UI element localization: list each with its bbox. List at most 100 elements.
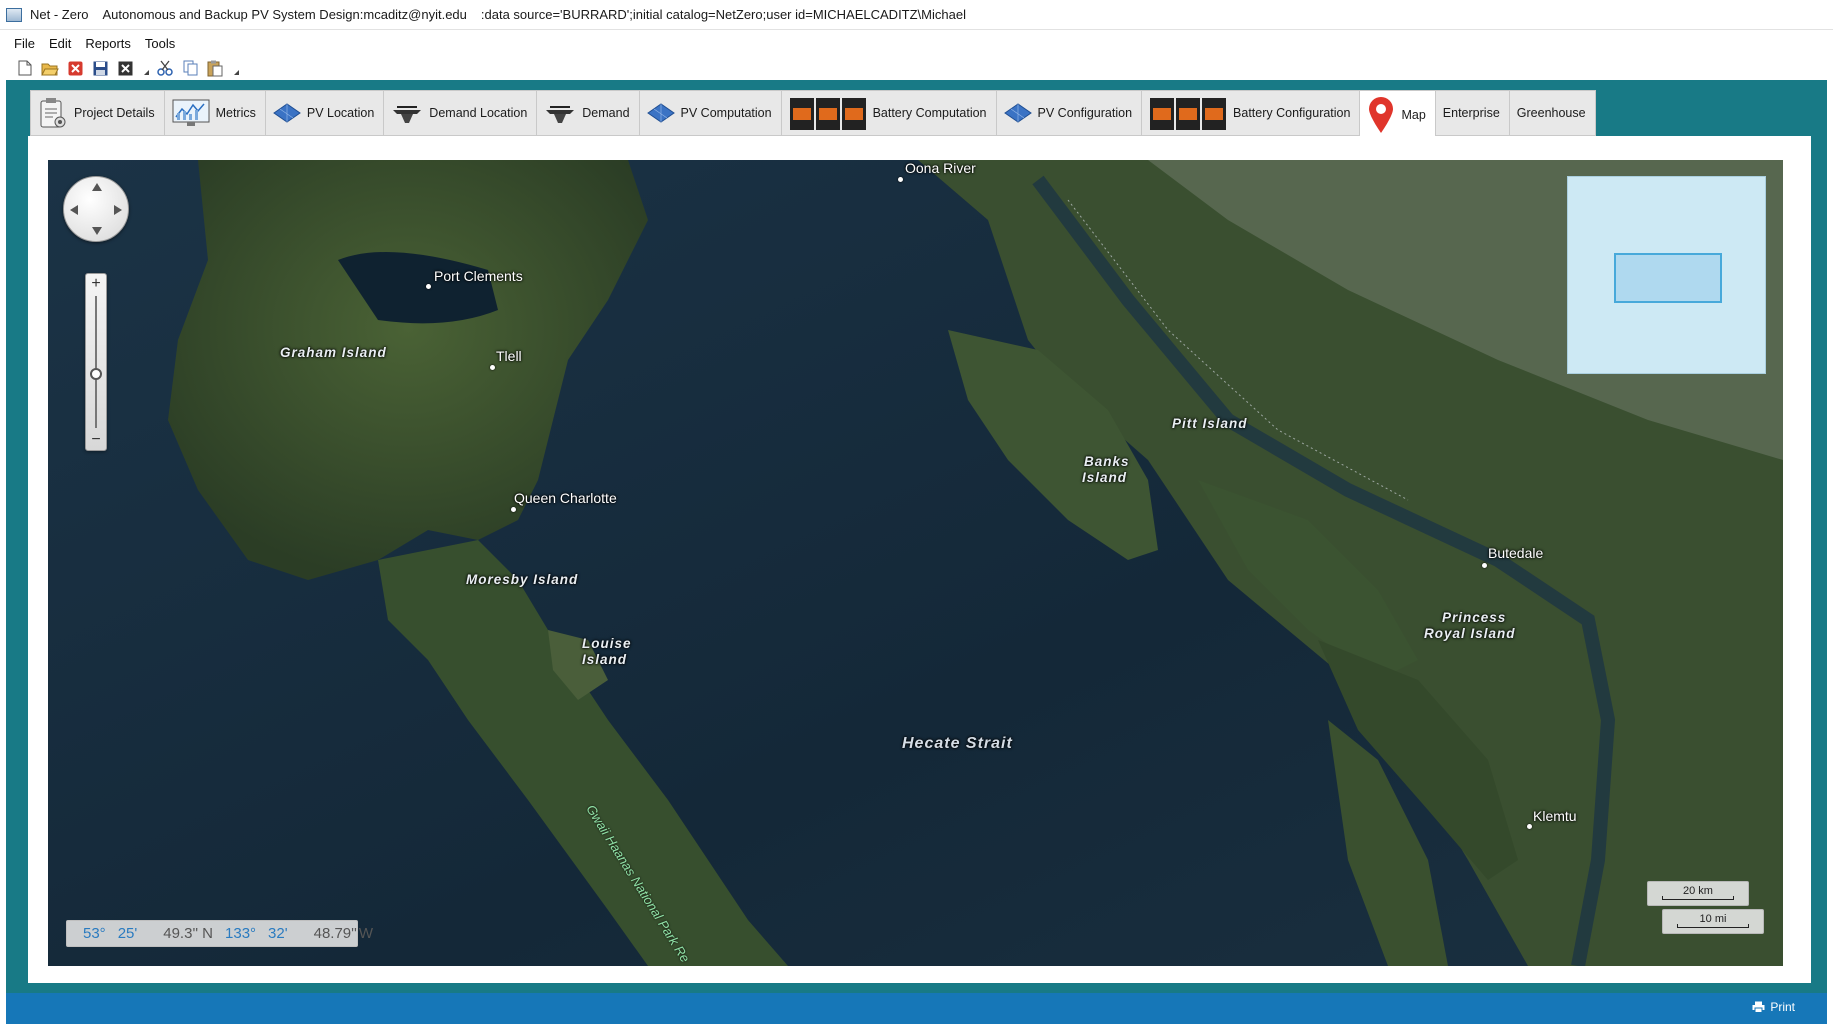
pan-left-icon[interactable] xyxy=(70,205,78,215)
tab-demand-location[interactable]: Demand Location xyxy=(383,90,537,136)
scale-bar-mi: 10 mi xyxy=(1662,909,1764,934)
tab-pv-computation[interactable]: PV Computation xyxy=(638,90,781,136)
place-dot xyxy=(426,284,431,289)
app-title: Net - Zero xyxy=(30,7,89,22)
tab-label: Greenhouse xyxy=(1516,106,1586,120)
zoom-out-icon[interactable]: − xyxy=(86,432,106,448)
solar-panel-icon xyxy=(272,103,301,123)
delete-icon[interactable] xyxy=(66,59,84,77)
tab-strip: Project Details Metrics PV Location Dema… xyxy=(30,90,1596,138)
pan-up-icon[interactable] xyxy=(92,183,102,191)
map-pin-icon xyxy=(1367,96,1395,134)
region-louise-island: Island xyxy=(582,652,628,667)
overview-viewport[interactable] xyxy=(1614,253,1722,303)
printer-icon xyxy=(1752,1001,1765,1013)
place-queen-charlotte: Queen Charlotte xyxy=(514,490,617,506)
tab-label: Battery Configuration xyxy=(1233,106,1351,120)
tab-battery-configuration[interactable]: Battery Configuration xyxy=(1141,90,1360,136)
toolbar xyxy=(16,56,239,80)
tab-demand[interactable]: Demand xyxy=(536,90,639,136)
sea-hecate-strait: Hecate Strait xyxy=(902,735,1013,752)
place-dot xyxy=(490,365,495,370)
zoom-slider-thumb[interactable] xyxy=(90,368,102,380)
zoom-control[interactable]: + − xyxy=(85,273,107,451)
zoom-track[interactable] xyxy=(95,296,97,428)
lon-degrees: 133° xyxy=(225,925,257,942)
tab-battery-computation[interactable]: Battery Computation xyxy=(780,90,996,136)
print-label: Print xyxy=(1770,1000,1795,1014)
menu-file[interactable]: File xyxy=(8,36,43,51)
monitor-chart-icon xyxy=(172,99,210,127)
lat-degrees: 53° xyxy=(83,925,106,942)
tab-metrics[interactable]: Metrics xyxy=(163,90,265,136)
transmission-tower-icon xyxy=(544,102,576,124)
toolbar-overflow-icon[interactable] xyxy=(231,59,239,77)
menu-bar: File Edit Reports Tools xyxy=(8,33,183,53)
zoom-in-icon[interactable]: + xyxy=(86,276,106,292)
tab-pv-location[interactable]: PV Location xyxy=(264,90,384,136)
print-button[interactable]: Print xyxy=(1752,1000,1795,1014)
open-icon[interactable] xyxy=(41,59,59,77)
region-princess-royal-island: Princess xyxy=(1442,610,1507,625)
solar-panel-icon xyxy=(646,103,675,123)
region-graham-island: Graham Island xyxy=(280,345,387,360)
tab-label: Metrics xyxy=(215,106,256,120)
place-butedale: Butedale xyxy=(1488,545,1544,561)
menu-tools[interactable]: Tools xyxy=(139,36,183,51)
tab-pv-configuration[interactable]: PV Configuration xyxy=(995,90,1142,136)
close-icon[interactable] xyxy=(116,59,134,77)
tab-map[interactable]: Map xyxy=(1359,90,1435,138)
tab-label: Enterprise xyxy=(1442,106,1500,120)
tab-project-details[interactable]: Project Details xyxy=(30,90,164,136)
tab-greenhouse[interactable]: Greenhouse xyxy=(1508,90,1596,136)
scale-mi-bar xyxy=(1677,924,1749,928)
app-icon xyxy=(6,7,22,22)
transmission-tower-icon xyxy=(391,102,423,124)
connection-string: :data source='BURRARD';initial catalog=N… xyxy=(480,7,966,22)
overview-minimap[interactable] xyxy=(1567,176,1766,374)
paste-icon[interactable] xyxy=(206,59,224,77)
map-view[interactable]: Oona River Port Clements Tlell Queen Cha… xyxy=(48,160,1783,966)
status-bar: Print xyxy=(6,993,1827,1024)
place-port-clements: Port Clements xyxy=(434,268,523,284)
menu-edit[interactable]: Edit xyxy=(43,36,79,51)
place-dot xyxy=(898,177,903,182)
tab-label: Demand Location xyxy=(429,106,528,120)
tab-label: Battery Computation xyxy=(872,106,987,120)
place-dot xyxy=(1482,563,1487,568)
lat-direction: N xyxy=(202,925,214,942)
battery-bank-icon xyxy=(1149,94,1227,132)
battery-bank-icon xyxy=(789,94,867,132)
place-dot xyxy=(1527,824,1532,829)
document-title: Autonomous and Backup PV System Design:m… xyxy=(102,7,467,22)
tab-label: PV Computation xyxy=(680,106,772,120)
lon-seconds: 48.79'' xyxy=(313,925,357,942)
pan-down-icon[interactable] xyxy=(92,227,102,235)
region-banks-island: Banks xyxy=(1084,454,1130,469)
lat-minutes: 25' xyxy=(117,925,138,942)
tab-label: Project Details xyxy=(74,106,155,120)
pan-right-icon[interactable] xyxy=(114,205,122,215)
lon-minutes: 32' xyxy=(268,925,288,942)
menu-reports[interactable]: Reports xyxy=(79,36,139,51)
tab-label: Demand xyxy=(582,106,630,120)
title-bar: Net - Zero Autonomous and Backup PV Syst… xyxy=(0,0,1833,30)
cut-icon[interactable] xyxy=(156,59,174,77)
satellite-imagery xyxy=(48,160,1783,966)
tab-label: PV Configuration xyxy=(1037,106,1133,120)
region-pitt-island: Pitt Island xyxy=(1172,416,1248,431)
pan-control[interactable] xyxy=(63,176,129,242)
solar-panel-icon xyxy=(1003,103,1032,123)
copy-icon[interactable] xyxy=(181,59,199,77)
clipboard-gear-icon xyxy=(38,97,68,129)
toolbar-overflow-icon[interactable] xyxy=(141,59,149,77)
scale-bar-km: 20 km xyxy=(1647,881,1749,906)
place-tlell: Tlell xyxy=(496,348,522,364)
region-moresby-island: Moresby Island xyxy=(466,572,579,587)
new-icon[interactable] xyxy=(16,59,34,77)
place-klemtu: Klemtu xyxy=(1533,808,1577,824)
tab-enterprise[interactable]: Enterprise xyxy=(1434,90,1509,136)
map-panel: Oona River Port Clements Tlell Queen Cha… xyxy=(28,136,1811,983)
save-icon[interactable] xyxy=(91,59,109,77)
window-edge xyxy=(1827,30,1833,1024)
